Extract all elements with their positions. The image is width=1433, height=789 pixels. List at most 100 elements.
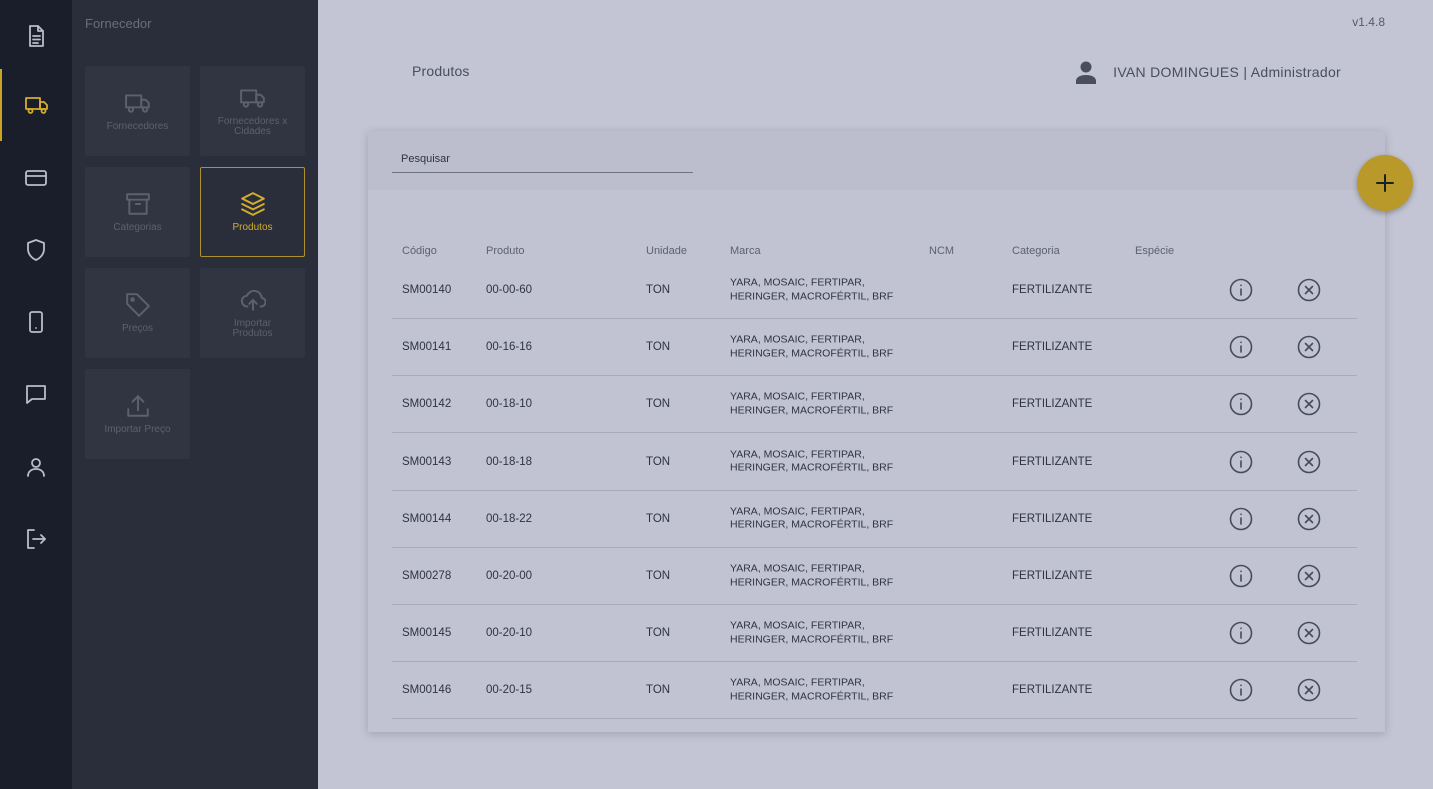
tile-importar-produtos[interactable]: Importar Produtos <box>200 268 305 358</box>
tile-label: Fornecedores <box>106 121 169 132</box>
col-categoria[interactable]: Categoria <box>1012 245 1060 257</box>
info-button[interactable] <box>1229 450 1253 474</box>
logout-icon <box>27 529 46 549</box>
tile-fornecedores[interactable]: Fornecedores <box>85 66 190 156</box>
table-row[interactable]: SM00278 00-20-00 TON YARA, MOSAIC, FERTIPAR… <box>392 548 1357 605</box>
cell-produto: 00-18-10 <box>486 398 533 411</box>
user-info[interactable]: IVAN DOMINGUES | Administrador <box>1075 60 1341 84</box>
shield-icon <box>27 239 45 261</box>
cell-codigo: SM00142 <box>402 398 452 411</box>
delete-button[interactable] <box>1297 335 1321 359</box>
info-button[interactable] <box>1229 392 1253 416</box>
rail-fornecedor[interactable] <box>0 69 72 141</box>
table-row[interactable]: SM00145 00-20-10 TON YARA, MOSAIC, FERTIPAR… <box>392 605 1357 663</box>
tag-icon <box>125 293 150 317</box>
rail-messages[interactable] <box>0 358 72 430</box>
upload-icon <box>126 395 149 417</box>
info-button[interactable] <box>1229 678 1253 702</box>
delete-button[interactable] <box>1297 507 1321 531</box>
rail-security[interactable] <box>0 214 72 286</box>
delete-button[interactable] <box>1297 564 1321 588</box>
cell-marca: YARA, MOSAIC, FERTIPAR, HERINGER, MACROF… <box>730 562 894 589</box>
search-input[interactable]: Pesquisar <box>401 153 450 165</box>
tile-fornecedores-cidades[interactable]: Fornecedores x Cidades <box>200 66 305 156</box>
search-bar: Pesquisar <box>368 131 1385 190</box>
rail-logout[interactable] <box>0 503 72 575</box>
user-name: IVAN DOMINGUES | Administrador <box>1113 64 1341 80</box>
table-row[interactable]: SM00143 00-18-18 TON YARA, MOSAIC, FERTIPAR… <box>392 434 1357 491</box>
table-row[interactable]: YARA, MOSAIC, FERTIPAR, <box>392 720 1357 732</box>
table-row[interactable]: SM00146 00-20-15 TON YARA, MOSAIC, FERTIPAR… <box>392 662 1357 720</box>
cell-marca: YARA, MOSAIC, FERTIPAR, HERINGER, MACROF… <box>730 448 894 474</box>
col-especie[interactable]: Espécie <box>1135 245 1174 257</box>
close-circle-icon <box>1297 393 1321 416</box>
tile-precos[interactable]: Preços <box>85 268 190 358</box>
cell-produto: 00-20-15 <box>486 684 533 697</box>
info-button[interactable] <box>1229 507 1253 531</box>
cell-marca: YARA, MOSAIC, FERTIPAR, HERINGER, MACROF… <box>730 333 894 360</box>
cell-codigo: SM00145 <box>402 627 452 640</box>
cell-unidade: TON <box>646 455 671 468</box>
cell-produto: 00-20-00 <box>486 570 533 582</box>
rail-payments[interactable] <box>0 142 72 214</box>
cell-categoria: FERTILIZANTE <box>1012 398 1093 411</box>
upload-cloud-icon <box>240 289 266 311</box>
cell-codigo: SM00278 <box>402 570 452 582</box>
rail-documents[interactable] <box>0 0 72 72</box>
table-row[interactable]: SM00144 00-18-22 TON YARA, MOSAIC, FERTIPAR… <box>392 491 1357 548</box>
info-icon <box>1229 450 1253 473</box>
cell-marca: YARA, MOSAIC, FERTIPAR, HERINGER, MACROF… <box>730 676 894 703</box>
tile-label: Produtos <box>232 222 273 233</box>
cell-marca: YARA, MOSAIC, FERTIPAR, HERINGER, MACROF… <box>730 276 894 303</box>
cell-categoria: FERTILIZANTE <box>1012 570 1093 582</box>
info-button[interactable] <box>1229 335 1253 359</box>
cell-unidade: TON <box>646 341 671 354</box>
cell-categoria: FERTILIZANTE <box>1012 627 1093 640</box>
close-circle-icon <box>1297 679 1321 702</box>
cell-produto: 00-20-10 <box>486 627 533 640</box>
tile-categorias[interactable]: Categorias <box>85 167 190 257</box>
cell-codigo: SM00146 <box>402 684 452 697</box>
panel-title: Fornecedor <box>85 16 152 31</box>
col-codigo[interactable]: Código <box>402 245 437 257</box>
cell-codigo: SM00143 <box>402 455 452 468</box>
info-button[interactable] <box>1229 278 1253 302</box>
tile-label: Preços <box>121 323 154 334</box>
search-underline <box>392 172 693 173</box>
info-icon <box>1229 679 1253 702</box>
table-row[interactable]: SM00141 00-16-16 TON YARA, MOSAIC, FERTIPAR… <box>392 319 1357 377</box>
truck-icon <box>124 94 150 113</box>
user-avatar-icon <box>1076 61 1097 84</box>
col-ncm[interactable]: NCM <box>929 245 954 257</box>
cell-unidade: TON <box>646 512 671 525</box>
table-row[interactable]: SM00142 00-18-10 TON YARA, MOSAIC, FERTIPAR… <box>392 376 1357 434</box>
cell-produto: 00-16-16 <box>486 341 533 354</box>
close-circle-icon <box>1297 507 1321 531</box>
delete-button[interactable] <box>1297 450 1321 474</box>
delete-button[interactable] <box>1297 278 1321 302</box>
cell-marca: YARA, MOSAIC, FERTIPAR, HERINGER, MACROF… <box>730 505 894 531</box>
info-button[interactable] <box>1229 621 1253 645</box>
col-unidade[interactable]: Unidade <box>646 245 687 257</box>
tile-produtos[interactable]: Produtos <box>200 167 305 257</box>
col-marca[interactable]: Marca <box>730 245 761 257</box>
cell-produto: 00-18-18 <box>486 455 533 468</box>
rail-devices[interactable] <box>0 286 72 358</box>
col-produto[interactable]: Produto <box>486 245 525 257</box>
submenu-panel: Fornecedor Fornecedores Fornecedores x C… <box>72 0 318 789</box>
delete-button[interactable] <box>1297 621 1321 645</box>
table-row[interactable]: SM00140 00-00-60 TON YARA, MOSAIC, FERTIPAR… <box>392 262 1357 319</box>
cell-unidade: TON <box>646 284 671 296</box>
chat-icon <box>26 385 46 404</box>
info-button[interactable] <box>1229 564 1253 588</box>
cell-categoria: FERTILIZANTE <box>1012 284 1093 296</box>
info-icon <box>1229 564 1253 588</box>
rail-users[interactable] <box>0 431 72 503</box>
delete-button[interactable] <box>1297 392 1321 416</box>
add-product-button[interactable] <box>1357 155 1413 211</box>
info-icon <box>1229 335 1253 359</box>
cell-categoria: FERTILIZANTE <box>1012 455 1093 468</box>
delete-button[interactable] <box>1297 678 1321 702</box>
credit-card-icon <box>25 170 47 186</box>
tile-importar-preco[interactable]: Importar Preço <box>85 369 190 459</box>
